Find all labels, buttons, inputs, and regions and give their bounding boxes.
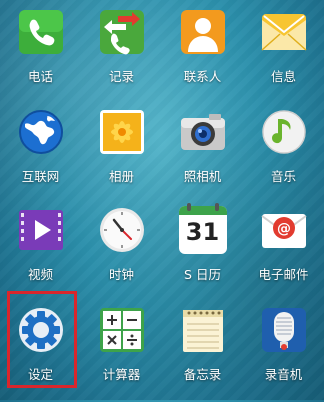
app-label: S 日历 (184, 267, 221, 282)
app-internet[interactable]: 互联网 (0, 108, 81, 204)
app-voice-recorder[interactable]: 录音机 (243, 306, 324, 402)
clock-icon (98, 206, 146, 254)
app-calculator[interactable]: 计算器 (81, 306, 162, 402)
app-label: 照相机 (183, 169, 222, 184)
app-label: 备忘录 (183, 367, 222, 382)
app-messages[interactable]: 信息 (243, 8, 324, 104)
app-calendar[interactable]: 31 S 日历 (162, 203, 243, 302)
calculator-icon (98, 306, 146, 354)
contacts-icon (179, 8, 227, 56)
app-email[interactable]: @ 电子邮件 (243, 206, 324, 302)
app-memo[interactable]: 备忘录 (162, 306, 243, 402)
call-log-icon (98, 8, 146, 56)
app-label: 信息 (270, 69, 296, 84)
camera-icon (179, 108, 227, 156)
gallery-icon (98, 108, 146, 156)
app-label: 电话 (27, 69, 53, 84)
app-label: 互联网 (21, 169, 60, 184)
app-label: 音乐 (270, 169, 296, 184)
app-phone[interactable]: 电话 (0, 8, 81, 104)
calendar-ring-left (186, 203, 191, 211)
memo-icon (179, 306, 227, 354)
email-icon: @ (260, 206, 308, 254)
app-camera[interactable]: 照相机 (162, 108, 243, 204)
svg-text:@: @ (277, 221, 291, 237)
calendar-icon: 31 (178, 203, 227, 254)
internet-globe-icon (17, 108, 65, 156)
phone-icon (17, 8, 65, 56)
app-clock[interactable]: 时钟 (81, 206, 162, 302)
app-contacts[interactable]: 联系人 (162, 8, 243, 104)
app-video[interactable]: 视频 (0, 206, 81, 302)
voice-recorder-icon (260, 306, 308, 354)
app-label: 计算器 (102, 367, 141, 382)
settings-highlight-box (7, 291, 77, 388)
calendar-day: 31 (185, 218, 220, 246)
app-gallery[interactable]: 相册 (81, 108, 162, 204)
calendar-header (178, 206, 227, 215)
music-icon (260, 108, 308, 156)
calendar-ring-right (214, 203, 219, 211)
messages-icon (260, 8, 308, 56)
app-music[interactable]: 音乐 (243, 108, 324, 204)
app-label: 联系人 (183, 69, 222, 84)
video-icon (17, 206, 65, 254)
app-label: 相册 (108, 169, 134, 184)
app-label: 时钟 (108, 267, 134, 282)
app-label: 视频 (27, 267, 53, 282)
app-label: 记录 (108, 69, 134, 84)
app-call-log[interactable]: 记录 (81, 8, 162, 104)
app-label: 录音机 (264, 367, 303, 382)
app-label: 电子邮件 (258, 267, 309, 282)
